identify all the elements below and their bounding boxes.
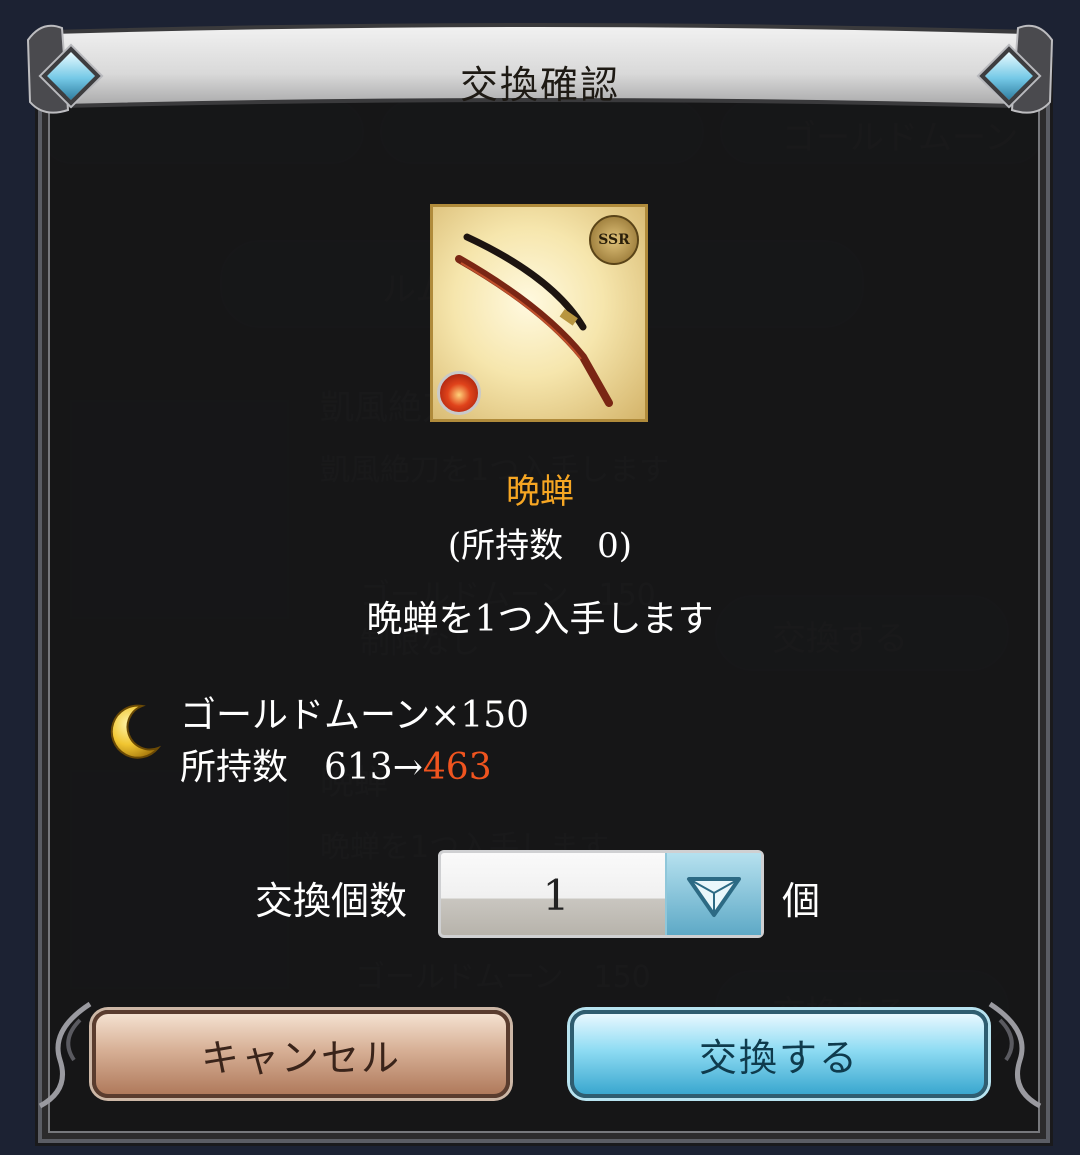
quantity-dropdown-button[interactable] <box>665 853 761 935</box>
quantity-label: 交換個数 <box>255 879 408 923</box>
ssr-rarity-badge: SSR <box>589 215 639 265</box>
item-thumbnail: SSR <box>430 204 648 422</box>
cancel-button[interactable]: キャンセル <box>92 1010 510 1098</box>
quantity-unit: 個 <box>782 879 821 923</box>
gold-moon-icon <box>110 704 162 759</box>
dialog-title-bar: 交換確認 <box>22 10 1058 122</box>
cost-text: ゴールドムーン×150 <box>180 695 530 736</box>
item-name: 晩蝉 <box>506 472 574 512</box>
fire-element-icon <box>437 371 481 415</box>
stock-after: 463 <box>422 747 492 788</box>
quantity-select[interactable]: 1 <box>438 850 764 938</box>
owned-count: (所持数 0) <box>447 526 633 566</box>
confirm-exchange-button[interactable]: 交換する <box>570 1010 988 1098</box>
quantity-value: 1 <box>542 871 570 920</box>
item-description: 晩蝉を1つ入手します <box>366 599 714 640</box>
stock-before: 所持数 613→ <box>180 747 423 788</box>
dialog-title: 交換確認 <box>459 63 620 107</box>
stock-change: 所持数 613→463 <box>180 738 492 790</box>
diamond-chevron-down-icon <box>687 877 741 917</box>
